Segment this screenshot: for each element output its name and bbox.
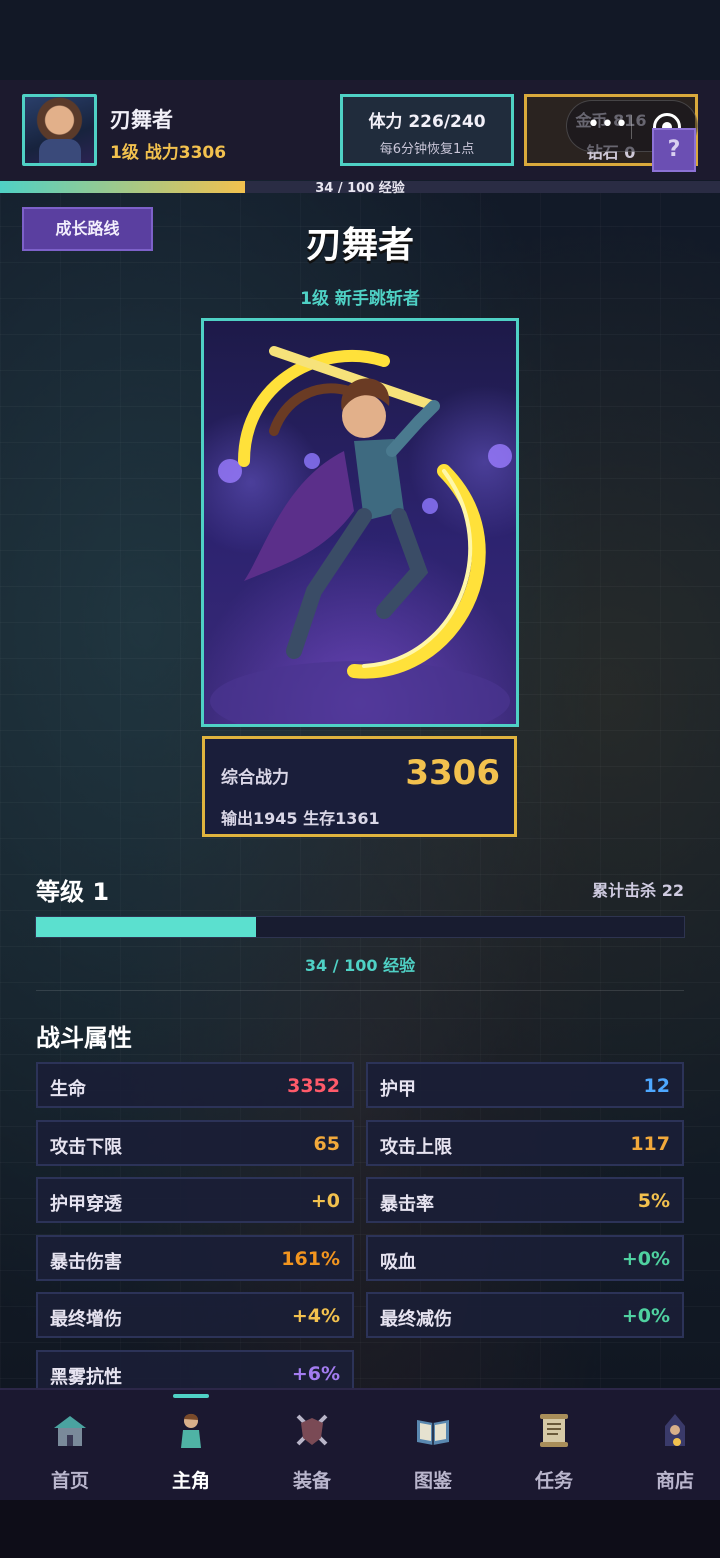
stat-row: 攻击上限 117 [366,1119,684,1166]
bottom-nav: 首页 主角 装备 图鉴 任务 商店 [0,1388,720,1500]
nav-item-label: 图鉴 [413,1470,452,1492]
hero-avatar[interactable] [22,94,97,166]
stat-row: 护甲 12 [366,1062,684,1108]
stat-value: +0% [621,1305,670,1327]
nav-item[interactable]: 商店 [615,1390,720,1502]
stat-row: 吸血 +0% [366,1234,684,1281]
book-icon [413,1410,453,1450]
stat-name: 暴击率 [380,1194,434,1215]
status-bar [0,0,720,80]
stat-row: 最终增伤 +4% [36,1292,354,1338]
combat-power-card: 综合战力 3306 输出1945 生存1361 [202,736,517,837]
house-icon [50,1410,90,1450]
blade-dancer-illustration [210,346,512,724]
level-exp-text: 34 / 100 经验 [304,956,416,975]
stat-value: 161% [281,1247,340,1270]
stat-name: 黑雾抗性 [50,1366,122,1388]
nav-item-label: 装备 [292,1470,331,1492]
top-exp-text: 34 / 100 经验 [315,181,405,196]
scroll-icon [534,1410,574,1450]
stat-name: 最终增伤 [50,1309,122,1330]
power-label: 综合战力 [221,768,289,788]
stat-value: +0 [310,1190,340,1212]
stamina-value: 体力 226/240 [368,112,486,132]
level-title: 等级 1 [36,878,110,906]
stat-value: +4% [291,1305,340,1327]
nav-item[interactable]: 图鉴 [373,1390,493,1502]
nav-item[interactable]: 任务 [494,1390,614,1502]
stat-value: 117 [630,1132,670,1155]
help-button[interactable]: ? [652,128,696,172]
active-tab-indicator [173,1394,209,1398]
merchant-icon [655,1410,695,1450]
stat-row: 暴击率 5% [366,1177,684,1223]
stat-value: 3352 [287,1075,340,1097]
power-value: 3306 [405,753,500,793]
class-subtitle: 1级 新手跳斩者 [300,289,420,309]
combat-attributes-title: 战斗属性 [36,1024,132,1052]
stat-row: 暴击伤害 161% [36,1234,354,1281]
section-divider [36,990,684,991]
nav-item-label: 主角 [171,1470,210,1492]
stat-row: 攻击下限 65 [36,1119,354,1166]
stat-value: 5% [637,1190,670,1212]
nav-item[interactable]: 主角 [131,1390,251,1502]
stat-value: 12 [643,1075,670,1097]
hero-level-power: 1级 战力3306 [110,143,227,163]
capsule-divider [631,115,632,139]
total-kills: 累计击杀 22 [592,881,684,900]
stat-row: 生命 3352 [36,1062,354,1108]
stamina-panel[interactable]: 体力 226/240 每6分钟恢复1点 [340,94,514,166]
stat-name: 吸血 [380,1251,416,1273]
nav-item-label: 商店 [655,1470,694,1492]
hero-name: 刃舞者 [110,108,173,132]
stat-name: 暴击伤害 [50,1251,122,1273]
hero-icon [171,1410,211,1450]
hero-portrait [201,318,519,727]
nav-item-label: 任务 [534,1470,573,1492]
power-breakdown: 输出1945 生存1361 [221,809,380,828]
stat-value: +0% [621,1247,670,1270]
shield-swords-icon [292,1410,332,1450]
stat-name: 攻击下限 [50,1136,122,1158]
stat-name: 护甲 [380,1079,416,1100]
stat-name: 生命 [50,1079,86,1100]
nav-item[interactable]: 首页 [10,1390,130,1502]
nav-item-label: 首页 [50,1470,89,1492]
stat-name: 护甲穿透 [50,1194,122,1215]
stamina-recover-text: 每6分钟恢复1点 [379,142,475,157]
more-icon[interactable]: ••• [587,114,629,136]
nav-bottom-area [0,1500,720,1558]
stat-value: +6% [291,1362,340,1385]
stat-name: 最终减伤 [380,1309,452,1330]
stat-value: 65 [313,1132,340,1155]
level-progress-fill [36,917,257,937]
stat-row: 最终减伤 +0% [366,1292,684,1338]
class-title: 刃舞者 [305,225,414,266]
stat-name: 攻击上限 [380,1136,452,1158]
level-progress-bar [35,916,685,938]
stat-row: 护甲穿透 +0 [36,1177,354,1223]
nav-item[interactable]: 装备 [252,1390,372,1502]
